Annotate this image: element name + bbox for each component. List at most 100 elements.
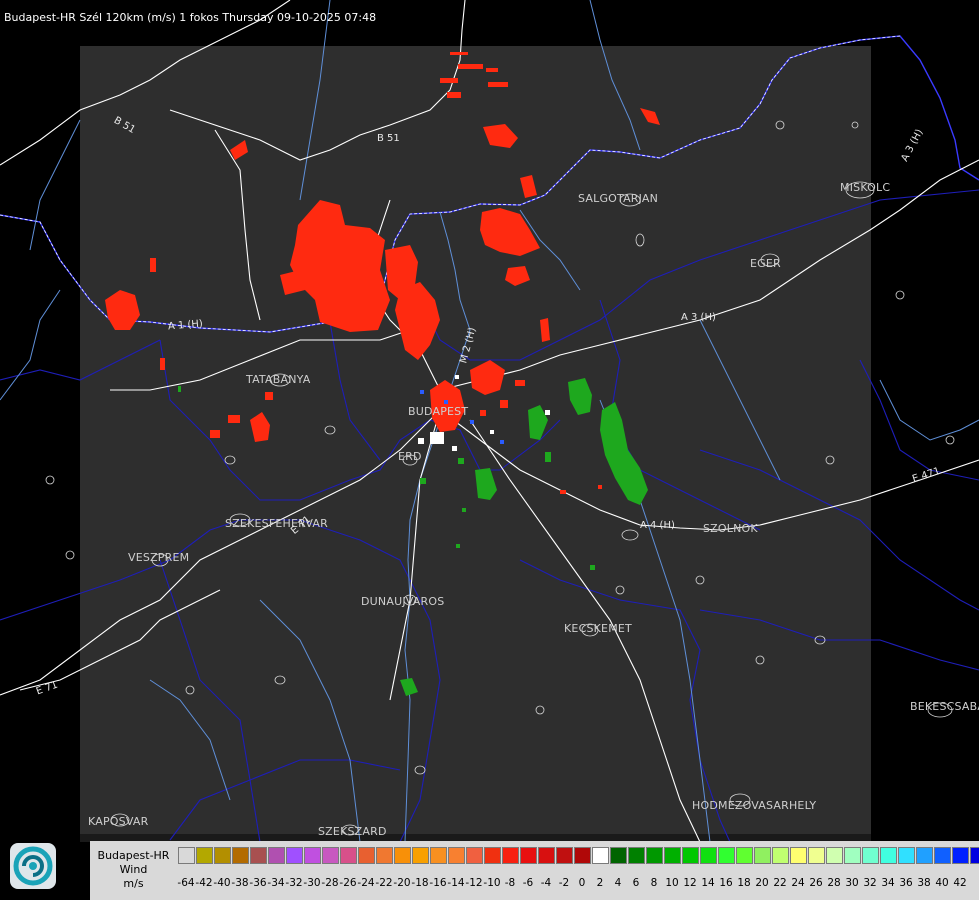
- legend-swatch: [952, 847, 969, 864]
- legend-swatch: [412, 847, 429, 864]
- legend-swatch: [268, 847, 285, 864]
- road-label: A 4 (H): [640, 520, 675, 531]
- legend-swatch: [304, 847, 321, 864]
- legend-unit: m/s: [123, 877, 144, 890]
- legend-swatch: [610, 847, 627, 864]
- legend-swatch: [232, 847, 249, 864]
- legend-tick-label: 28: [827, 877, 841, 889]
- legend-tick-label: 30: [845, 877, 859, 889]
- legend-swatch: [376, 847, 393, 864]
- legend-tick-label: -26: [339, 877, 357, 889]
- legend-tick-label: 12: [683, 877, 697, 889]
- legend-tick-label: -18: [411, 877, 429, 889]
- legend-swatch: [970, 847, 979, 864]
- city-label: MISKOLC: [840, 181, 891, 194]
- legend-tick-label: 6: [632, 877, 640, 889]
- legend-swatch: [844, 847, 861, 864]
- legend-tick-label: -24: [357, 877, 375, 889]
- radar-map: [0, 0, 979, 843]
- legend-tick-label: -6: [522, 877, 534, 889]
- color-legend: Budapest-HR Wind m/s -64 -42 -40 -38 -36 -34-…: [90, 841, 979, 900]
- legend-tick-label: 38: [917, 877, 931, 889]
- legend-swatch: [214, 847, 231, 864]
- legend-tick-label: 2: [596, 877, 604, 889]
- legend-swatch: [898, 847, 915, 864]
- legend-swatch: [718, 847, 735, 864]
- city-label: SZEKSZARD: [318, 825, 387, 838]
- legend-tick-label: -64: [177, 877, 195, 889]
- legend-label: Budapest-HR Wind m/s: [90, 841, 177, 900]
- legend-swatch: [736, 847, 753, 864]
- legend-tick-label: -38: [231, 877, 249, 889]
- city-label: DUNAUJVAROS: [361, 595, 445, 608]
- legend-tick-label: -28: [321, 877, 339, 889]
- legend-tick-label: 36: [899, 877, 913, 889]
- city-label: SZEKESFEHERVAR: [225, 517, 328, 530]
- legend-swatch: [772, 847, 789, 864]
- legend-tick-label: -4: [540, 877, 552, 889]
- legend-swatch: [322, 847, 339, 864]
- legend-tick-label: 10: [665, 877, 679, 889]
- legend-tick-label: -22: [375, 877, 393, 889]
- legend-swatch: [916, 847, 933, 864]
- legend-tick-label: 20: [755, 877, 769, 889]
- legend-swatch: [790, 847, 807, 864]
- legend-tick-label: 18: [737, 877, 751, 889]
- city-label: TATABANYA: [246, 373, 311, 386]
- legend-swatch: [934, 847, 951, 864]
- legend-ticks: -64 -42 -40 -38 -36 -34 -32 -30 -28 -26 -24 -22 -20-…: [177, 877, 978, 891]
- legend-tick-label: -36: [249, 877, 267, 889]
- legend-tick-label: 34: [881, 877, 895, 889]
- radar-coverage-area: [80, 46, 871, 842]
- city-label: SZOLNOK: [703, 522, 758, 535]
- legend-swatch: [430, 847, 447, 864]
- legend-tick-label: -12: [465, 877, 483, 889]
- legend-swatch: [538, 847, 555, 864]
- legend-tick-label: -42: [195, 877, 213, 889]
- legend-swatch: [250, 847, 267, 864]
- legend-swatch: [520, 847, 537, 864]
- city-label: EGER: [750, 257, 781, 270]
- legend-tick-label: -2: [558, 877, 570, 889]
- legend-swatch: [358, 847, 375, 864]
- legend-swatch: [466, 847, 483, 864]
- city-label: ERD: [398, 450, 422, 463]
- road-label: A 3 (H): [681, 312, 716, 323]
- legend-swatch: [574, 847, 591, 864]
- legend-tick-label: -40: [213, 877, 231, 889]
- legend-tick-label: -20: [393, 877, 411, 889]
- omsz-logo: [10, 843, 56, 889]
- legend-tick-label: -30: [303, 877, 321, 889]
- city-label: KECSKEMET: [564, 622, 632, 635]
- legend-swatch: [286, 847, 303, 864]
- legend-swatch: [394, 847, 411, 864]
- legend-swatch: [592, 847, 609, 864]
- legend-swatch: [826, 847, 843, 864]
- legend-tick-label: -8: [504, 877, 516, 889]
- legend-swatch: [628, 847, 645, 864]
- legend-tick-label: -34: [267, 877, 285, 889]
- legend-swatch: [754, 847, 771, 864]
- legend-swatch: [682, 847, 699, 864]
- legend-tick-label: 16: [719, 877, 733, 889]
- legend-station: Budapest-HR: [97, 849, 170, 862]
- legend-swatch: [484, 847, 501, 864]
- legend-tick-label: 22: [773, 877, 787, 889]
- legend-swatch: [502, 847, 519, 864]
- city-label: KAPOSVAR: [88, 815, 149, 828]
- legend-swatch: [880, 847, 897, 864]
- legend-swatches: [178, 847, 979, 864]
- legend-swatch: [646, 847, 663, 864]
- legend-swatch: [340, 847, 357, 864]
- legend-tick-label: 24: [791, 877, 805, 889]
- legend-tick-label: 8: [650, 877, 658, 889]
- city-label: BEKESCSABA: [910, 700, 979, 713]
- legend-tick-label: 26: [809, 877, 823, 889]
- legend-swatch: [196, 847, 213, 864]
- map-title: Budapest-HR Szél 120km (m/s) 1 fokos Thu…: [4, 11, 377, 24]
- legend-quantity: Wind: [119, 863, 148, 876]
- legend-tick-label: -10: [483, 877, 501, 889]
- city-label: SALGOTARJAN: [578, 192, 659, 205]
- legend-swatch: [808, 847, 825, 864]
- legend-swatch: [664, 847, 681, 864]
